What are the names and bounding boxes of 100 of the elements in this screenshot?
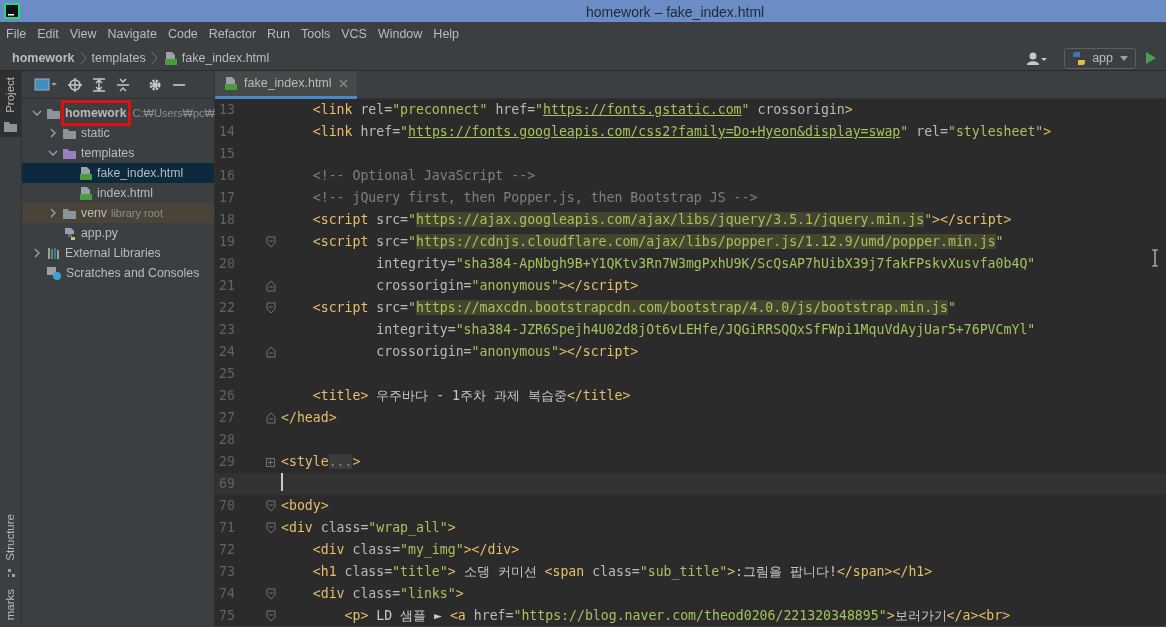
code-line: <script src="https://ajax.googleapis.com/ajax/libs/jquery/3.5.1/jquery.min.js"></script> <box>311 211 1012 229</box>
breadcrumb-item[interactable]: fake_index.html <box>181 48 270 68</box>
folder-icon <box>62 206 77 220</box>
line-number: 13 <box>218 101 236 119</box>
html-file-icon <box>162 50 178 66</box>
fold-marker-icon[interactable] <box>265 412 277 424</box>
line-number: 28 <box>218 431 236 449</box>
menu-item[interactable]: Edit <box>37 24 59 44</box>
line-number: 24 <box>218 343 236 361</box>
code-line: <link rel="preconnect" href="https://fonts.gstatic.com" crossorigin> <box>311 101 853 119</box>
fold-marker-icon[interactable] <box>265 522 277 534</box>
fold-marker-icon[interactable] <box>265 500 277 512</box>
code-line: <title> 우주바다 - 1주차 과제 복습중</title> <box>311 387 631 405</box>
line-number: 25 <box>218 365 236 383</box>
breadcrumb-item[interactable]: homework <box>12 48 75 68</box>
text-caret <box>281 473 283 491</box>
folder-icon <box>46 106 61 120</box>
line-number: 74 <box>218 585 236 603</box>
html-file-icon <box>78 185 93 201</box>
tree-item[interactable]: index.html <box>22 183 214 203</box>
editor-tab[interactable]: fake_index.html <box>215 71 357 99</box>
app-logo-icon <box>4 3 20 19</box>
tree-item[interactable]: External Libraries <box>22 243 214 263</box>
code-line: crossorigin="anonymous"></script> <box>375 277 639 295</box>
settings-icon[interactable] <box>148 77 162 92</box>
code-line: <div class="wrap_all"> <box>281 519 456 538</box>
side-tab[interactable]: Project <box>0 71 21 137</box>
fold-marker-icon[interactable] <box>265 588 277 600</box>
tree-item[interactable]: Scratches and Consoles <box>22 263 214 283</box>
view-mode-icon[interactable] <box>34 77 58 92</box>
fold-marker-icon[interactable] <box>265 610 277 622</box>
line-number: 19 <box>218 233 236 251</box>
breadcrumb-item[interactable]: templates <box>91 48 146 68</box>
html-file-icon <box>78 165 93 181</box>
user-icon[interactable] <box>1026 50 1049 66</box>
tree-item[interactable]: static <box>22 123 214 143</box>
html-file-icon <box>223 76 238 91</box>
line-number: 15 <box>218 145 236 163</box>
expand-fold-icon[interactable] <box>265 456 277 468</box>
line-number: 70 <box>218 497 236 515</box>
line-number: 71 <box>218 519 236 537</box>
code-line: <div class="my_img"></div> <box>311 541 520 560</box>
window-title: homework – fake_index.html <box>586 3 765 22</box>
side-tab[interactable]: marks <box>0 582 21 626</box>
line-number: 14 <box>218 123 236 141</box>
caret-icon <box>1119 54 1129 62</box>
line-number: 20 <box>218 255 236 273</box>
folder-icon <box>62 126 77 140</box>
line-number: 72 <box>218 541 236 559</box>
code-line: integrity="sha384-ApNbgh9B+Y1QKtv3Rn7W3mgPxhU9K/ScQsAP7hUibX39j7fakFPskvXusvfa0b4Q" <box>375 255 1036 273</box>
code-line: <!-- jQuery first, then Popper.js, then Bootstrap JS --> <box>311 189 758 207</box>
menu-item[interactable]: File <box>6 24 27 44</box>
code-line: <script src="https://maxcdn.bootstrapcdn.com/bootstrap/4.0.0/js/bootstrap.min.js" <box>311 299 956 317</box>
code-line: <p> LD 샘플 ► <a href="https://blog.naver.com/theod0206/221320348895">보러가기</a><br> <box>343 607 1011 625</box>
tree-item[interactable]: venv library root <box>22 203 214 223</box>
line-number: 29 <box>218 453 236 471</box>
side-tab[interactable]: Structure <box>0 508 21 583</box>
run-icon[interactable] <box>1144 51 1158 65</box>
expand-all-icon[interactable] <box>92 77 106 92</box>
folder-icon <box>62 146 77 160</box>
fold-marker-icon[interactable] <box>265 236 277 248</box>
menu-item[interactable]: Window <box>377 24 423 44</box>
menu-item[interactable]: Tools <box>301 24 331 44</box>
menu-item[interactable]: Run <box>267 24 290 44</box>
fold-marker-icon[interactable] <box>265 346 277 358</box>
line-number: 75 <box>218 607 236 625</box>
line-number: 27 <box>218 409 236 427</box>
menu-item[interactable]: VCS <box>341 24 367 44</box>
code-line: crossorigin="anonymous"></script> <box>375 343 639 361</box>
tree-item[interactable]: app.py <box>22 223 214 243</box>
code-line: <body> <box>281 497 329 515</box>
tree-item[interactable]: homework C:₩Users₩pc₩ <box>22 103 214 123</box>
line-number: 17 <box>218 189 236 207</box>
collapse-all-icon[interactable] <box>116 77 130 92</box>
code-line: <div class="links"> <box>311 585 464 603</box>
python-file-icon <box>62 225 77 241</box>
line-number: 21 <box>218 277 236 295</box>
scratch-console-icon <box>46 265 62 281</box>
line-number: 16 <box>218 167 236 185</box>
menu-item[interactable]: Code <box>167 24 198 44</box>
code-line: <!-- Optional JavaScript --> <box>311 167 536 185</box>
chevron-icon <box>149 51 159 65</box>
menu-item[interactable]: Navigate <box>107 24 157 44</box>
code-line: </head> <box>281 409 337 427</box>
line-number: 23 <box>218 321 236 339</box>
fold-marker-icon[interactable] <box>265 280 277 292</box>
text-cursor-icon <box>1150 249 1160 267</box>
run-config-label: app <box>1092 49 1113 67</box>
run-config-dropdown[interactable]: app <box>1064 47 1136 69</box>
menu-item[interactable]: View <box>69 24 97 44</box>
tree-item[interactable]: fake_index.html <box>22 163 214 183</box>
libraries-icon <box>46 245 61 261</box>
locate-icon[interactable] <box>68 77 82 92</box>
tree-item[interactable]: templates <box>22 143 214 163</box>
close-icon[interactable] <box>337 78 349 89</box>
line-number: 26 <box>218 387 236 405</box>
code-line: integrity="sha384-JZR6Spejh4U02d8jOt6vLEHfe/JQGiRRSQQxSfFWpi1MquVdAyjUar5+76PVCmYl" <box>375 321 1036 339</box>
menu-item[interactable]: Refactor <box>208 24 257 44</box>
fold-marker-icon[interactable] <box>265 302 277 314</box>
menu-item[interactable]: Help <box>433 24 460 44</box>
